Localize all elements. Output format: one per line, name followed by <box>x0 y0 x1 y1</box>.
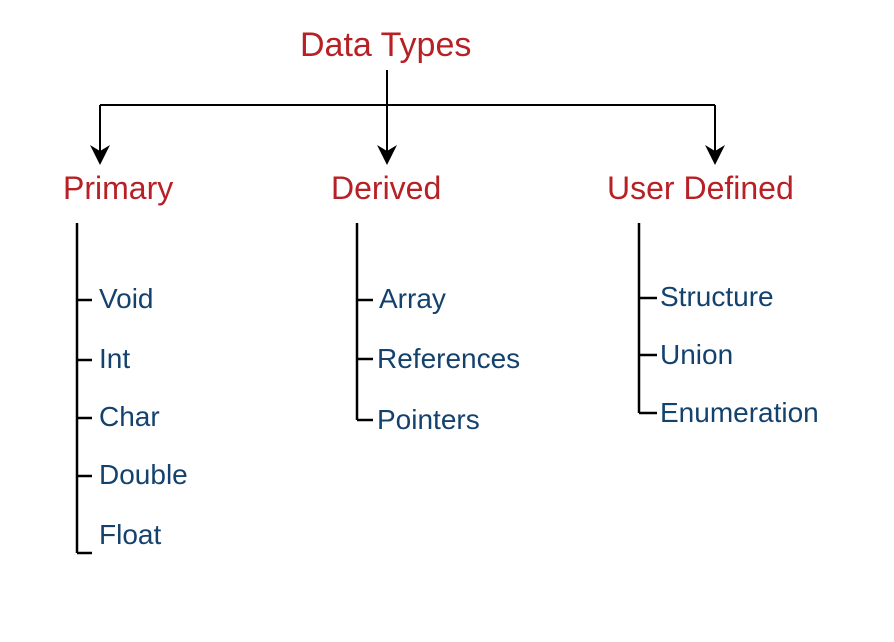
leaf-union: Union <box>660 339 733 371</box>
leaf-enumeration: Enumeration <box>660 397 819 429</box>
leaf-char: Char <box>99 401 160 433</box>
leaf-array: Array <box>379 283 446 315</box>
leaf-void: Void <box>99 283 154 315</box>
root-title: Data Types <box>300 26 471 65</box>
leaf-pointers: Pointers <box>377 404 480 436</box>
leaf-int: Int <box>99 343 130 375</box>
leaf-structure: Structure <box>660 281 774 313</box>
category-derived: Derived <box>331 170 441 207</box>
category-user-defined: User Defined <box>607 170 794 207</box>
category-primary: Primary <box>63 170 173 207</box>
leaf-float: Float <box>99 519 161 551</box>
leaf-double: Double <box>99 459 188 491</box>
leaf-references: References <box>377 343 520 375</box>
